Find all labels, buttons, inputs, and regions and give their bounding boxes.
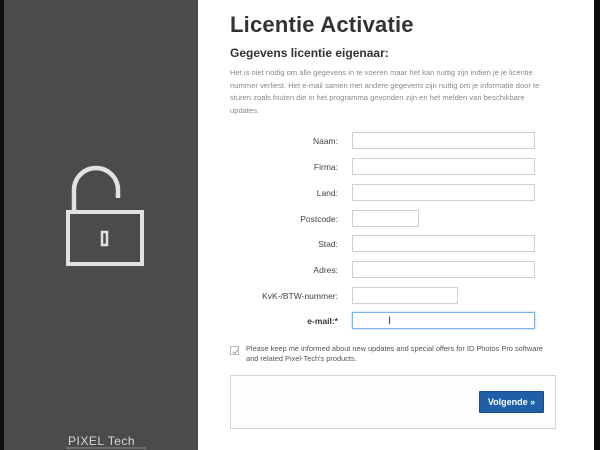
stad-input[interactable]: [352, 235, 535, 252]
postcode-input[interactable]: [352, 210, 419, 227]
section-subtitle: Gegevens licentie eigenaar:: [230, 46, 389, 60]
naam-input[interactable]: [352, 132, 535, 149]
postcode-label: Postcode:: [300, 214, 338, 224]
kvk-btw-label: KvK-/BTW-nummer:: [262, 291, 338, 301]
firma-input[interactable]: [352, 158, 535, 175]
form-row-stad: Stad:: [198, 235, 594, 255]
text-cursor-icon: I: [388, 315, 392, 327]
intro-text: Het is niet nodig om alle gegevens in te…: [230, 68, 540, 115]
email-label: e-mail:*: [307, 316, 338, 326]
naam-label: Naam:: [312, 136, 338, 146]
next-button[interactable]: Volgende »: [479, 391, 544, 413]
adres-input[interactable]: [352, 261, 535, 278]
firma-label: Firma:: [313, 162, 338, 172]
kvk-btw-input[interactable]: [352, 287, 458, 304]
form-row-land: Land:: [198, 184, 594, 204]
main-panel: Licentie Activatie Gegevens licentie eig…: [198, 0, 594, 450]
logo-underline: [66, 447, 146, 449]
unlocked-padlock-icon: [66, 165, 144, 266]
form-row-postcode: Postcode:: [198, 210, 594, 230]
footer-box: Volgende »: [230, 375, 556, 429]
stad-label: Stad:: [318, 239, 338, 249]
adres-label: Adres:: [313, 265, 338, 275]
newsletter-checkbox[interactable]: [230, 346, 239, 355]
newsletter-text: Please keep me informed about new update…: [246, 344, 543, 363]
land-label: Land:: [316, 188, 338, 198]
form-row-firma: Firma:: [198, 158, 594, 178]
checkmark-icon: [232, 349, 239, 355]
email-input[interactable]: [352, 312, 535, 329]
sidebar: PIXEL Tech: [4, 0, 198, 450]
form-row-naam: Naam:: [198, 132, 594, 152]
form-row-kvk: KvK-/BTW-nummer:: [198, 287, 594, 307]
land-input[interactable]: [352, 184, 535, 201]
form-row-adres: Adres:: [198, 261, 594, 281]
window-frame-right: [594, 0, 600, 450]
form-row-email: e-mail:* I: [198, 312, 594, 332]
pixeltech-logo: PIXEL Tech: [68, 434, 136, 448]
page-title: Licentie Activatie: [230, 12, 414, 37]
